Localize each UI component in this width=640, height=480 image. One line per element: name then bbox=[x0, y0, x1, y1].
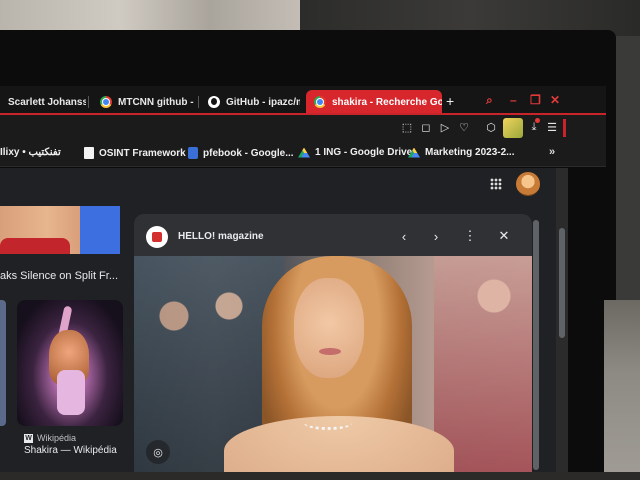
red-sidebar-indicator bbox=[563, 119, 566, 137]
account-avatar[interactable] bbox=[516, 172, 540, 196]
image-detail bbox=[304, 416, 352, 430]
bookmark-ilixy[interactable]: Ilixy • تفنكتيب bbox=[0, 147, 61, 158]
lens-search-icon[interactable]: ◎ bbox=[146, 440, 170, 464]
chrome-icon bbox=[100, 96, 112, 108]
bookmark-label: OSINT Framework bbox=[99, 147, 186, 159]
bookmark-label: pfebook - Google... bbox=[203, 147, 294, 159]
close-window-button[interactable]: ✕ bbox=[550, 94, 560, 106]
document-icon bbox=[84, 147, 94, 159]
close-preview-button[interactable]: ✕ bbox=[494, 226, 514, 246]
result-caption[interactable]: aks Silence on Split Fr... bbox=[0, 270, 118, 282]
result-image-concert[interactable] bbox=[17, 300, 123, 426]
image-detail bbox=[57, 370, 85, 415]
pin-icon[interactable]: ⬚ bbox=[400, 120, 414, 134]
bookmark-label: 1 ING - Google Drive bbox=[315, 147, 413, 158]
source-label: Wikipédia bbox=[37, 433, 77, 443]
tab-strip: Scarlett Johansso MTCNN github - GitHub … bbox=[0, 86, 606, 116]
new-tab-button[interactable]: + bbox=[446, 94, 454, 108]
result-image-thumbnail[interactable] bbox=[0, 300, 6, 426]
toolbar: ⬚ ◻ ▷ ♡ ⬡ ⤓ ☰ bbox=[0, 115, 606, 141]
chrome-icon bbox=[314, 96, 326, 108]
restore-button[interactable]: ❐ bbox=[530, 94, 541, 106]
github-icon bbox=[208, 96, 220, 108]
heart-icon[interactable]: ♡ bbox=[457, 120, 471, 134]
extension-avatar-icon[interactable] bbox=[503, 118, 523, 138]
drive-icon bbox=[298, 147, 310, 158]
image-preview-panel: HELLO! magazine ‹ › ⋮ ✕ bbox=[134, 214, 532, 474]
preview-header: HELLO! magazine ‹ › ⋮ ✕ bbox=[134, 214, 532, 254]
next-image-button[interactable]: › bbox=[426, 226, 446, 246]
previous-image-button[interactable]: ‹ bbox=[394, 226, 414, 246]
preview-source-name[interactable]: HELLO! magazine bbox=[178, 231, 264, 242]
more-options-icon[interactable]: ⋮ bbox=[460, 226, 480, 246]
send-icon[interactable]: ▷ bbox=[438, 120, 452, 134]
tab-shakira[interactable]: shakira - Recherche Goo bbox=[306, 90, 442, 114]
bookmarks-bar: Ilixy • تفنكتيب OSINT Framework pfebook … bbox=[0, 141, 606, 167]
image-detail bbox=[294, 278, 364, 378]
result-image-thumbnail-blue[interactable] bbox=[80, 206, 120, 254]
scroll-thumb[interactable] bbox=[559, 228, 565, 338]
bookmark-osint[interactable]: OSINT Framework bbox=[84, 147, 186, 159]
bookmarks-more-button[interactable]: » bbox=[549, 146, 555, 158]
page-scrollbar[interactable] bbox=[556, 168, 568, 474]
drive-icon bbox=[408, 147, 420, 158]
tab-label: Scarlett Johansso bbox=[8, 96, 86, 108]
minimize-button[interactable]: – bbox=[510, 94, 517, 106]
tab-scarlett[interactable]: Scarlett Johansso bbox=[0, 90, 86, 114]
notification-badge bbox=[535, 118, 540, 123]
tab-divider bbox=[88, 96, 89, 108]
bookmark-label: Ilixy • تفنكتيب bbox=[0, 147, 61, 158]
result-title[interactable]: Shakira — Wikipédia bbox=[24, 445, 117, 456]
image-detail bbox=[319, 348, 341, 355]
google-apps-icon[interactable] bbox=[490, 178, 502, 190]
bookmark-ing-drive[interactable]: 1 ING - Google Drive bbox=[298, 147, 412, 158]
result-source[interactable]: W Wikipédia bbox=[24, 433, 76, 443]
tab-github[interactable]: GitHub - ipazc/m bbox=[200, 90, 300, 114]
background-desk-edge bbox=[0, 472, 640, 480]
bookmark-pfebook[interactable]: pfebook - Google... bbox=[188, 147, 294, 159]
screenshot-icon[interactable]: ◻ bbox=[419, 120, 433, 134]
tab-label: GitHub - ipazc/m bbox=[226, 96, 300, 108]
bookmark-marketing[interactable]: Marketing 2023-2... bbox=[408, 147, 514, 158]
background-desk bbox=[604, 300, 640, 480]
tab-divider bbox=[198, 96, 199, 108]
tab-mtcnn[interactable]: MTCNN github - bbox=[92, 90, 196, 114]
preview-scrollbar[interactable] bbox=[533, 220, 539, 470]
search-tabs-icon[interactable]: ⌕ bbox=[486, 94, 493, 106]
menu-icon[interactable]: ☰ bbox=[545, 120, 559, 134]
bookmark-label: Marketing 2023-2... bbox=[425, 147, 515, 158]
tab-label: shakira - Recherche Goo bbox=[332, 96, 442, 108]
extension-icon[interactable]: ⬡ bbox=[484, 120, 498, 134]
preview-image[interactable] bbox=[134, 256, 532, 474]
wikipedia-icon: W bbox=[24, 433, 33, 443]
hello-magazine-icon[interactable] bbox=[146, 226, 168, 248]
pfe-icon bbox=[188, 147, 198, 159]
tab-label: MTCNN github - bbox=[118, 96, 194, 108]
